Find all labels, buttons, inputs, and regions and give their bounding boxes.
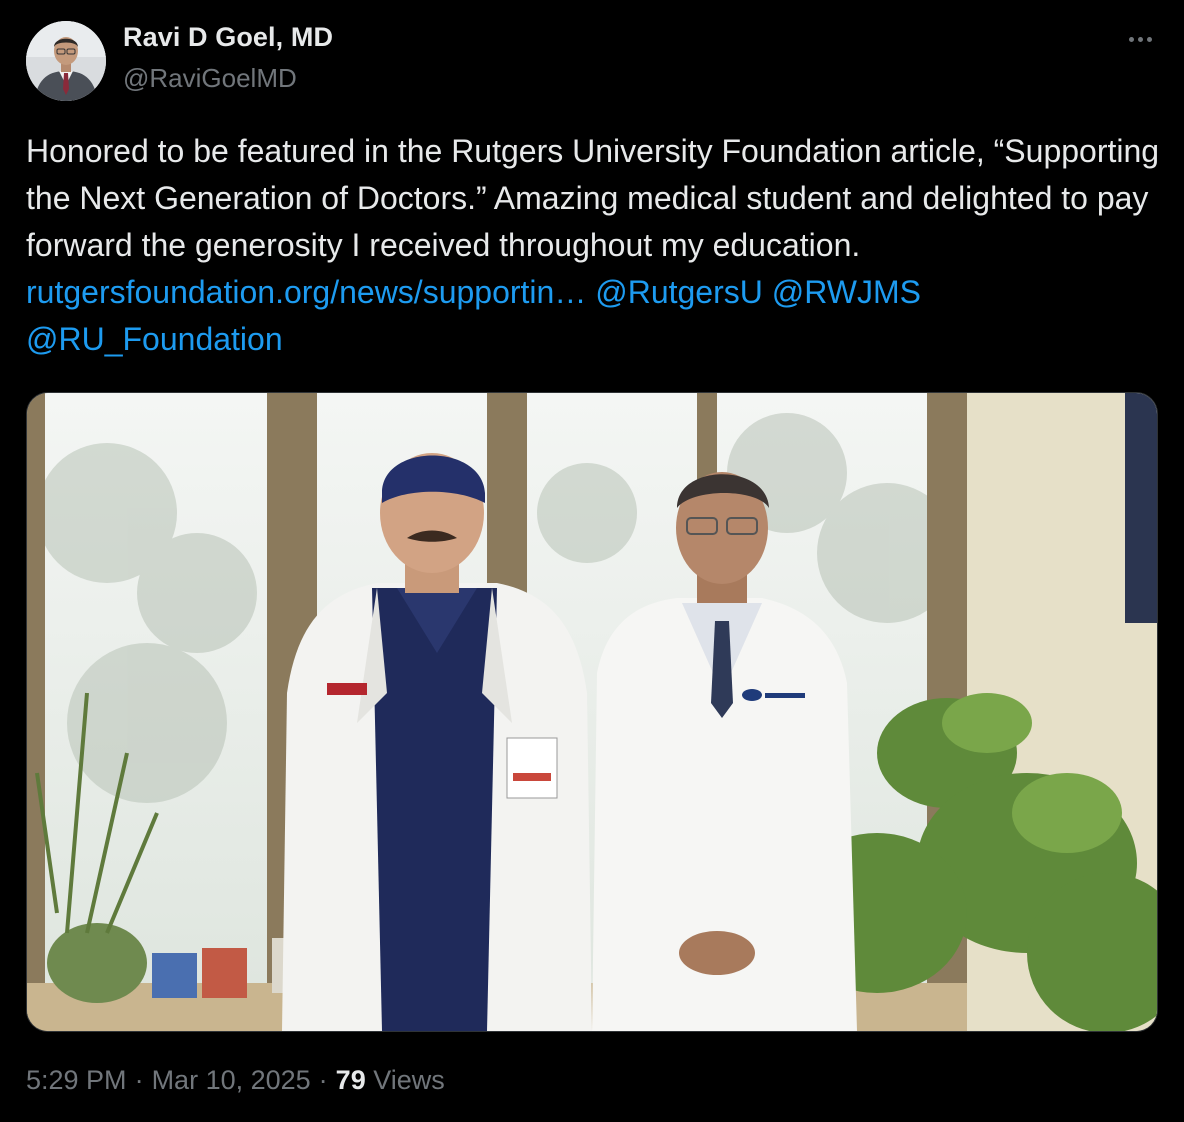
meta-separator: · [134, 1065, 144, 1095]
views-count: 79 [335, 1065, 366, 1095]
tweet-body: Honored to be featured in the Rutgers Un… [26, 133, 1160, 263]
tweet-meta: 5:29 PM · Mar 10, 2025 · 79 Views [26, 1065, 445, 1096]
avatar[interactable] [26, 21, 106, 101]
avatar-image [26, 21, 106, 101]
author-name[interactable]: Ravi D Goel, MD [123, 22, 333, 53]
mention-ru-foundation[interactable]: @RU_Foundation [26, 321, 283, 357]
photo-two-doctors [27, 393, 1157, 1031]
author-handle[interactable]: @RaviGoelMD [123, 63, 297, 94]
tweet-date[interactable]: Mar 10, 2025 [152, 1065, 311, 1095]
tweet-text: Honored to be featured in the Rutgers Un… [26, 128, 1161, 363]
more-horizontal-icon-dot [1146, 36, 1152, 42]
tweet: Ravi D Goel, MD @RaviGoelMD Honored to b… [0, 0, 1184, 1122]
mention-rutgersu[interactable]: @RutgersU [595, 274, 763, 310]
tweet-time[interactable]: 5:29 PM [26, 1065, 127, 1095]
meta-separator: · [318, 1065, 328, 1095]
tweet-photo[interactable] [26, 392, 1158, 1032]
views-label: Views [373, 1065, 445, 1095]
more-horizontal-icon [1128, 36, 1134, 42]
more-options-button[interactable] [1120, 24, 1160, 54]
more-horizontal-icon-dot [1137, 36, 1143, 42]
mention-rwjms[interactable]: @RWJMS [772, 274, 921, 310]
article-link[interactable]: rutgersfoundation.org/news/supportin… [26, 274, 586, 310]
